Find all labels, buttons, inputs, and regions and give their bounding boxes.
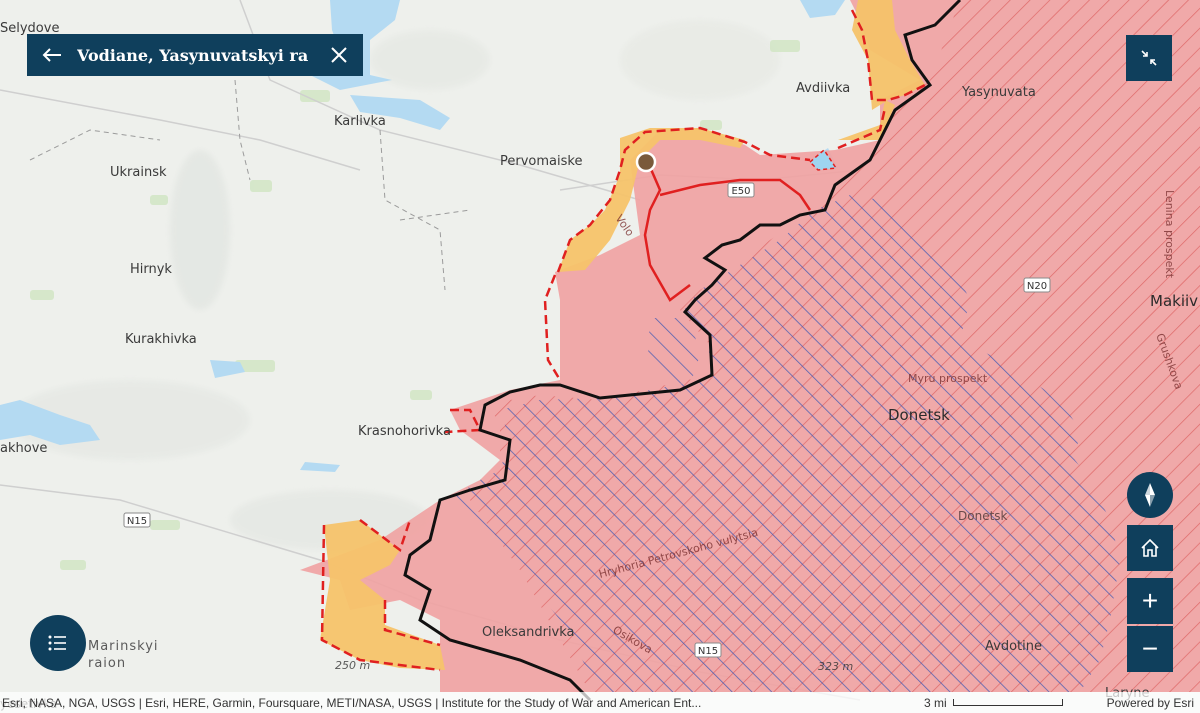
location-marker[interactable]	[635, 151, 657, 173]
attribution-text[interactable]: Esri, NASA, NGA, USGS | Esri, HERE, Garm…	[2, 696, 924, 710]
scale-label: 3 mi	[924, 695, 947, 710]
legend-button[interactable]	[30, 615, 86, 671]
label-marinskyi: Marinskyi	[88, 639, 159, 654]
zoom-out-button[interactable]: −	[1127, 626, 1173, 672]
location-title-bar: Vodiane, Yasynuvatskyi ra	[27, 34, 363, 76]
road-shield-n20: N20	[1023, 277, 1051, 293]
road-shield-n15-east: N15	[694, 642, 722, 658]
back-button[interactable]	[27, 34, 77, 76]
home-icon	[1141, 538, 1159, 557]
road-shield-n15-west: N15	[123, 512, 151, 528]
label-avdotine: Avdotine	[985, 639, 1042, 654]
label-krasnohorivka: Krasnohorivka	[358, 424, 451, 439]
list-icon	[48, 635, 66, 651]
scale-bar: 3 mi	[924, 696, 1094, 710]
label-kurakhove: akhove	[0, 441, 47, 456]
collapse-button[interactable]	[1126, 35, 1172, 81]
compass-icon	[1145, 483, 1155, 507]
label-myru-prospekt: Myru prospekt	[908, 372, 988, 385]
close-button[interactable]	[315, 34, 363, 76]
label-raion: raion	[88, 656, 126, 671]
svg-text:N15: N15	[127, 516, 147, 527]
arrow-left-icon	[42, 48, 61, 62]
svg-text:N20: N20	[1027, 281, 1047, 292]
label-makiivka: Makiiv	[1150, 292, 1198, 310]
location-title: Vodiane, Yasynuvatskyi ra	[77, 45, 309, 65]
map-canvas[interactable]: E50 N20 N15 N15 Selydove Karlivka Pervom…	[0, 0, 1200, 713]
label-avdiivka: Avdiivka	[796, 81, 850, 96]
label-kurakhivka: Kurakhivka	[125, 332, 197, 347]
label-pervomaiske: Pervomaiske	[500, 154, 582, 169]
compass-button[interactable]	[1127, 472, 1173, 518]
label-oleksandrivka: Oleksandrivka	[482, 625, 575, 640]
label-donetsk-city: Donetsk	[888, 406, 950, 424]
powered-by[interactable]: Powered by Esri	[1094, 696, 1200, 710]
label-yasynuvata: Yasynuvata	[961, 85, 1036, 100]
attribution-bar: Esri, NASA, NGA, USGS | Esri, HERE, Garm…	[0, 692, 1200, 713]
close-icon	[331, 47, 347, 63]
svg-text:E50: E50	[731, 186, 750, 197]
home-button[interactable]	[1127, 525, 1173, 571]
label-karlivka: Karlivka	[334, 114, 386, 129]
collapse-arrows-icon	[1141, 50, 1157, 66]
minus-icon: −	[1141, 633, 1159, 664]
label-elevation-250: 250 m	[335, 659, 370, 672]
road-shield-e50: E50	[727, 182, 755, 198]
svg-text:N15: N15	[698, 646, 718, 657]
label-elevation-323: 323 m	[818, 660, 853, 673]
scale-bar-line	[952, 699, 1063, 706]
label-lenina-prospekt: Lenina prospekt	[1163, 190, 1176, 279]
label-hirnyk: Hirnyk	[130, 262, 172, 277]
label-ukrainsk: Ukrainsk	[110, 165, 167, 180]
zoom-in-button[interactable]: +	[1127, 578, 1173, 624]
plus-icon: +	[1141, 585, 1159, 616]
label-donetsk-region: Donetsk	[958, 509, 1008, 523]
